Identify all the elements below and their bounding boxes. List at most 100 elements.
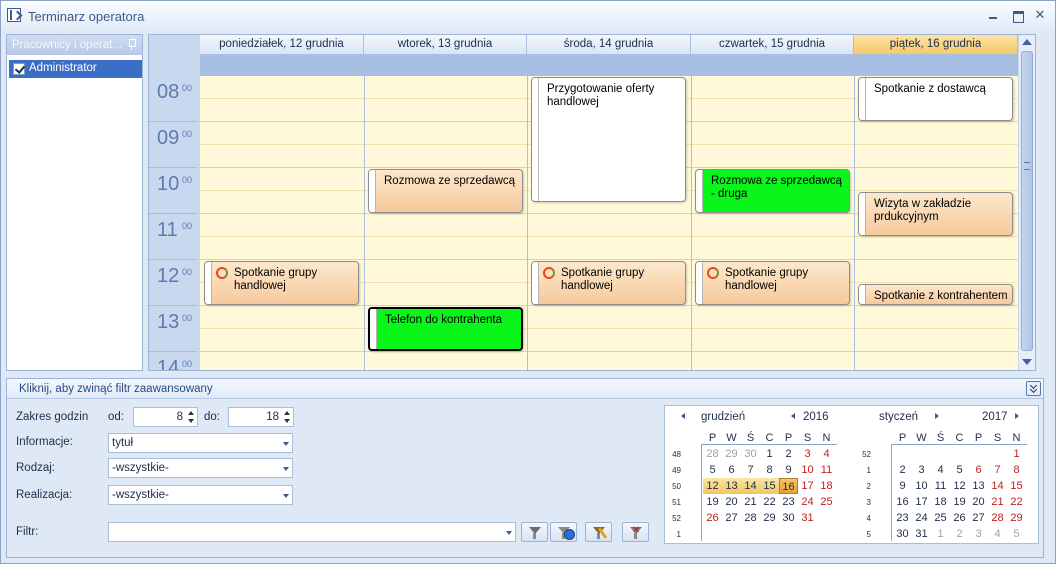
calendar-day[interactable]: 19 bbox=[950, 494, 969, 510]
filter-clear-button[interactable] bbox=[622, 522, 649, 542]
calendar-day[interactable]: 5 bbox=[1007, 526, 1026, 542]
filter-edit-button[interactable] bbox=[585, 522, 612, 542]
calendar-day[interactable]: 16 bbox=[779, 478, 798, 494]
calendar-day[interactable]: 25 bbox=[931, 510, 950, 526]
next-month-arrow-icon[interactable] bbox=[935, 413, 939, 419]
appointment[interactable]: Przygotowanie oferty handlowej bbox=[531, 77, 686, 202]
appointment[interactable]: Telefon do kontrahenta bbox=[368, 307, 523, 351]
calendar-day[interactable]: 7 bbox=[988, 462, 1007, 478]
calendar-day[interactable]: 18 bbox=[931, 494, 950, 510]
calendar-day[interactable]: 14 bbox=[741, 478, 760, 494]
calendar-day[interactable]: 23 bbox=[893, 510, 912, 526]
calendar-day[interactable]: 10 bbox=[798, 462, 817, 478]
calendar-day[interactable]: 19 bbox=[703, 494, 722, 510]
calendar-day[interactable]: 20 bbox=[722, 494, 741, 510]
chevron-down-icon[interactable] bbox=[506, 531, 512, 535]
day-area[interactable]: Przygotowanie oferty handlowej Spotkanie … bbox=[200, 76, 1018, 370]
calendar-day[interactable]: 21 bbox=[988, 494, 1007, 510]
calendar-day[interactable]: 11 bbox=[817, 462, 836, 478]
prev-year-arrow-icon[interactable] bbox=[791, 413, 795, 419]
scroll-down-arrow-icon[interactable] bbox=[1022, 359, 1032, 365]
day-header[interactable]: czwartek, 15 grudnia bbox=[691, 35, 854, 54]
maximize-button[interactable] bbox=[1009, 7, 1027, 23]
resource-item-administrator[interactable]: Administrator bbox=[9, 60, 142, 78]
calendar-day[interactable]: 10 bbox=[912, 478, 931, 494]
to-hour-spinner[interactable]: 18 bbox=[228, 407, 294, 427]
calendar-day[interactable]: 12 bbox=[703, 478, 722, 494]
calendar-day[interactable]: 3 bbox=[912, 462, 931, 478]
calendar-day[interactable]: 25 bbox=[817, 494, 836, 510]
calendar-day[interactable]: 6 bbox=[722, 462, 741, 478]
calendar-day[interactable]: 24 bbox=[798, 494, 817, 510]
calendar-day[interactable]: 23 bbox=[779, 494, 798, 510]
calendar-day[interactable]: 9 bbox=[893, 478, 912, 494]
calendar-day[interactable]: 4 bbox=[988, 526, 1007, 542]
calendar-day[interactable]: 16 bbox=[893, 494, 912, 510]
calendar-day[interactable]: 27 bbox=[969, 510, 988, 526]
appointment[interactable]: Wizyta w zakładzie prdukcyjnym bbox=[858, 192, 1013, 236]
calendar-day[interactable]: 4 bbox=[931, 462, 950, 478]
calendar-day[interactable]: 11 bbox=[931, 478, 950, 494]
calendar-day[interactable]: 31 bbox=[912, 526, 931, 542]
appointment[interactable]: Spotkanie grupy handlowej bbox=[695, 261, 850, 305]
minimize-button[interactable] bbox=[985, 7, 1003, 23]
calendar-day[interactable]: 7 bbox=[741, 462, 760, 478]
all-day-row[interactable] bbox=[200, 54, 1018, 76]
to-hour-spin-arrows-icon[interactable] bbox=[282, 408, 293, 426]
chevron-down-icon[interactable] bbox=[283, 442, 289, 446]
filter-input[interactable] bbox=[108, 522, 516, 542]
from-hour-spinner[interactable]: 8 bbox=[133, 407, 198, 427]
chevron-down-icon[interactable] bbox=[283, 494, 289, 498]
calendar-year-label[interactable]: 2017 bbox=[982, 411, 1008, 423]
calendar-day[interactable]: 15 bbox=[760, 478, 779, 494]
appointment[interactable]: Spotkanie z kontrahentem bbox=[858, 284, 1013, 305]
calendar-day[interactable]: 28 bbox=[988, 510, 1007, 526]
day-header[interactable]: wtorek, 13 grudnia bbox=[364, 35, 527, 54]
calendar-day[interactable]: 22 bbox=[1007, 494, 1026, 510]
filter-apply-button[interactable] bbox=[521, 522, 548, 542]
appointment[interactable]: Rozmowa ze sprzedawcą bbox=[368, 169, 523, 213]
calendar-day[interactable]: 1 bbox=[760, 446, 779, 462]
collapse-filter-button[interactable] bbox=[1026, 381, 1041, 396]
calendar-day[interactable]: 15 bbox=[1007, 478, 1026, 494]
calendar-day[interactable]: 1 bbox=[931, 526, 950, 542]
next-year-arrow-icon[interactable] bbox=[1015, 413, 1019, 419]
filter-user-button[interactable] bbox=[550, 522, 577, 542]
calendar-day[interactable]: 26 bbox=[950, 510, 969, 526]
prev-month-arrow-icon[interactable] bbox=[681, 413, 685, 419]
scroll-up-arrow-icon[interactable] bbox=[1022, 39, 1032, 45]
appointment[interactable]: Spotkanie z dostawcą bbox=[858, 77, 1013, 121]
calendar-day[interactable]: 24 bbox=[912, 510, 931, 526]
calendar-day[interactable]: 5 bbox=[703, 462, 722, 478]
calendar-day[interactable]: 5 bbox=[950, 462, 969, 478]
appointment[interactable]: Spotkanie grupy handlowej bbox=[531, 261, 686, 305]
calendar-day[interactable]: 29 bbox=[722, 446, 741, 462]
calendar-month-label[interactable]: styczeń bbox=[879, 411, 918, 423]
calendar-day[interactable]: 3 bbox=[798, 446, 817, 462]
calendar-day[interactable]: 27 bbox=[722, 510, 741, 526]
calendar-day[interactable]: 4 bbox=[817, 446, 836, 462]
info-select[interactable]: tytuł bbox=[108, 433, 293, 453]
kind-select[interactable]: -wszystkie- bbox=[108, 458, 293, 478]
calendar-day[interactable]: 8 bbox=[760, 462, 779, 478]
calendar-day[interactable]: 2 bbox=[950, 526, 969, 542]
calendar-day[interactable]: 30 bbox=[779, 510, 798, 526]
day-header[interactable]: poniedziałek, 12 grudnia bbox=[200, 35, 364, 54]
appointment[interactable]: Spotkanie grupy handlowej bbox=[204, 261, 359, 305]
calendar-day[interactable]: 1 bbox=[1007, 446, 1026, 462]
realization-select[interactable]: -wszystkie- bbox=[108, 485, 293, 505]
calendar-day[interactable]: 26 bbox=[703, 510, 722, 526]
calendar-day[interactable]: 30 bbox=[741, 446, 760, 462]
calendar-day[interactable]: 28 bbox=[741, 510, 760, 526]
calendar-day[interactable]: 14 bbox=[988, 478, 1007, 494]
calendar-day[interactable]: 31 bbox=[798, 510, 817, 526]
day-header[interactable]: piątek, 16 grudnia bbox=[854, 35, 1018, 54]
calendar-day[interactable]: 8 bbox=[1007, 462, 1026, 478]
calendar-day[interactable]: 13 bbox=[722, 478, 741, 494]
day-header[interactable]: środa, 14 grudnia bbox=[527, 35, 691, 54]
calendar-day[interactable]: 30 bbox=[893, 526, 912, 542]
calendar-day[interactable]: 28 bbox=[703, 446, 722, 462]
calendar-day[interactable]: 17 bbox=[912, 494, 931, 510]
calendar-day[interactable]: 17 bbox=[798, 478, 817, 494]
calendar-year-label[interactable]: 2016 bbox=[803, 411, 829, 423]
